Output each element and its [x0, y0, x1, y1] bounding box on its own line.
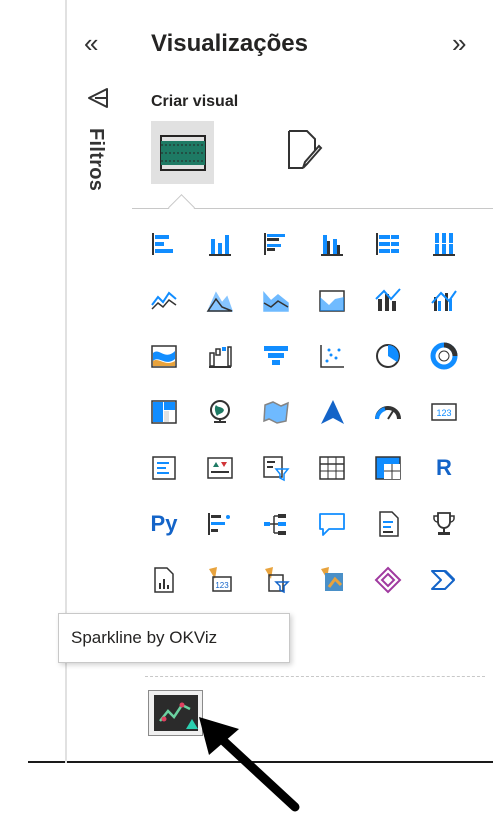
multi-row-card-icon[interactable] [148, 452, 180, 484]
pie-chart-icon[interactable] [372, 340, 404, 372]
qa-visual-icon[interactable] [316, 508, 348, 540]
svg-text:123: 123 [436, 408, 451, 418]
100-stacked-bar-chart-icon[interactable] [372, 228, 404, 260]
python-visual-icon[interactable]: Py [148, 508, 180, 540]
donut-chart-icon[interactable] [428, 340, 460, 372]
r-script-label: R [436, 455, 452, 480]
clustered-bar-chart-icon[interactable] [260, 228, 292, 260]
python-label: Py [150, 511, 178, 536]
smart-narrative-icon[interactable] [372, 508, 404, 540]
custom-visuals-divider [145, 676, 485, 677]
power-automate-icon[interactable] [428, 564, 460, 596]
filters-label[interactable]: Filtros [84, 128, 107, 191]
sparkline-icon [154, 695, 198, 731]
line-chart-icon[interactable] [148, 284, 180, 316]
card-icon[interactable]: 123 [428, 396, 460, 428]
scatter-chart-icon[interactable] [316, 340, 348, 372]
stacked-area-chart-icon[interactable] [260, 284, 292, 316]
build-visual-label: Criar visual [151, 93, 239, 110]
r-script-visual-icon[interactable]: R [428, 452, 460, 484]
azure-map-icon[interactable] [316, 396, 348, 428]
matrix-icon[interactable] [372, 452, 404, 484]
map-globe-icon[interactable] [204, 396, 236, 428]
waterfall-chart-icon[interactable] [204, 340, 236, 372]
custom-map-visual-icon[interactable] [316, 564, 348, 596]
key-influencers-icon[interactable] [204, 508, 236, 540]
goals-trophy-icon[interactable] [428, 508, 460, 540]
table-icon[interactable] [316, 452, 348, 484]
ribbon-chart-icon[interactable] [148, 340, 180, 372]
format-paintbrush-icon [288, 130, 323, 169]
stacked-column-chart-icon[interactable] [204, 228, 236, 260]
filled-map-icon[interactable] [260, 396, 292, 428]
build-visual-icon [160, 135, 206, 171]
format-visual-button[interactable] [285, 128, 325, 172]
svg-text:123: 123 [215, 581, 229, 590]
slicer-icon[interactable] [260, 452, 292, 484]
100-stacked-column-chart-icon[interactable] [428, 228, 460, 260]
filter-funnel-icon [86, 86, 110, 110]
clustered-column-chart-icon[interactable] [316, 228, 348, 260]
line-and-clustered-column-icon[interactable] [428, 284, 460, 316]
100-stacked-area-chart-icon[interactable] [316, 284, 348, 316]
tooltip-sparkline: Sparkline by OKViz [58, 613, 290, 663]
pointer-arrow [195, 715, 305, 820]
visualizations-title: Visualizações [151, 30, 308, 57]
decomposition-tree-icon[interactable] [260, 508, 292, 540]
collapse-visualizations-icon[interactable]: » [452, 30, 466, 56]
kpi-icon[interactable] [204, 452, 236, 484]
build-visual-button[interactable] [151, 121, 214, 184]
area-chart-icon[interactable] [204, 284, 236, 316]
gauge-icon[interactable] [372, 396, 404, 428]
paginated-report-icon[interactable] [148, 564, 180, 596]
line-and-stacked-column-icon[interactable] [372, 284, 404, 316]
custom-card-visual-icon[interactable]: 123 [204, 564, 236, 596]
power-apps-icon[interactable] [372, 564, 404, 596]
collapse-filters-icon[interactable]: « [84, 30, 98, 56]
stacked-bar-chart-icon[interactable] [148, 228, 180, 260]
funnel-chart-icon[interactable] [260, 340, 292, 372]
tooltip-text: Sparkline by OKViz [71, 628, 218, 647]
custom-slicer-visual-icon[interactable] [260, 564, 292, 596]
visual-gallery: 123 R Py 123 [148, 228, 488, 658]
treemap-icon[interactable] [148, 396, 180, 428]
